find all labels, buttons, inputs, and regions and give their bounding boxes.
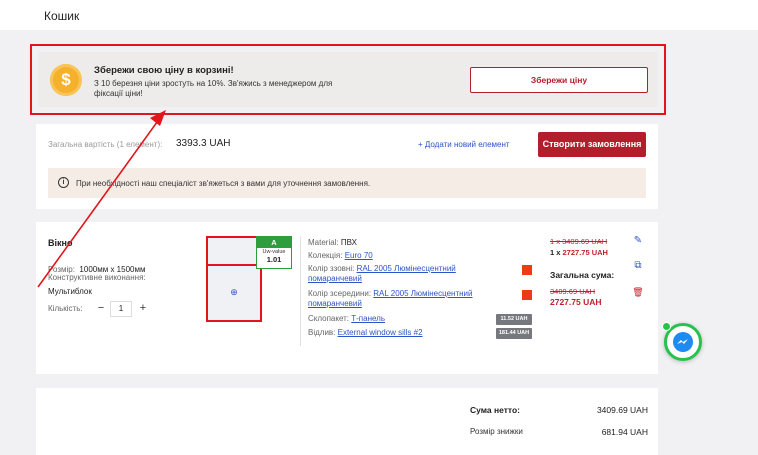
spec-color-outside-label: Колір ззовні:	[308, 264, 355, 273]
top-bar: Кошик	[0, 0, 758, 30]
spec-sill-link[interactable]: External window sills #2	[338, 328, 423, 337]
spec-color-inside: Колір зсередини: RAL 2005 Люмінесцентний…	[308, 289, 504, 309]
unit-qty: 1 x	[550, 248, 563, 257]
spec-collection: Колекція: Euro 70	[308, 251, 373, 261]
spec-sill-label: Відлив:	[308, 328, 336, 337]
add-new-item-link[interactable]: + Додати новий елемент	[418, 140, 510, 149]
unit-price-value: 2727.75 UAH	[562, 248, 608, 257]
order-summary: Загальна вартість (1 елемент): 3393.3 UA…	[36, 124, 658, 209]
messenger-icon	[673, 332, 693, 352]
online-status-dot	[662, 322, 671, 331]
coin-icon: $	[50, 64, 82, 96]
total-sum-label: Загальна сума:	[550, 270, 615, 280]
save-price-button[interactable]: Збережи ціну	[470, 67, 648, 93]
item-name: Вікно	[48, 238, 73, 248]
page-title: Кошик	[44, 9, 80, 23]
cart-item-card: Вікно Розмір: 1000мм x 1500мм Конструкти…	[36, 222, 658, 374]
spec-glass-link[interactable]: Т-панель	[351, 314, 385, 323]
window-preview[interactable]: ⊕	[206, 236, 262, 322]
qty-increase-button[interactable]: +	[136, 301, 150, 317]
spec-color-outside: Колір ззовні: RAL 2005 Люмінесцентний по…	[308, 264, 504, 284]
spec-material-value: ПВХ	[340, 238, 357, 247]
color-swatch-outside	[522, 265, 532, 275]
delete-icon[interactable]: 🗑	[632, 286, 644, 298]
info-text: При необхідності наш спеціаліст зв'яжеть…	[76, 179, 371, 188]
copy-icon[interactable]: ⧉	[632, 260, 644, 272]
old-total-price: 3409.69 UAH	[550, 287, 596, 296]
spec-color-inside-label: Колір зсередини:	[308, 289, 372, 298]
total-cost-label: Загальна вартість (1 елемент):	[48, 140, 163, 149]
spec-glass-label: Склопакет:	[308, 314, 350, 323]
spec-sill: Відлив: External window sills #2	[308, 328, 423, 338]
color-swatch-inside	[522, 290, 532, 300]
energy-class: A	[257, 237, 291, 248]
totals-panel: Сума нетто: 3409.69 UAH Розмір знижки 68…	[36, 388, 658, 455]
edit-icon[interactable]: ✎	[632, 235, 644, 247]
old-unit-price: 1 x 3409.69 UAH	[550, 237, 608, 246]
energy-value: 1.01	[266, 255, 282, 264]
item-construction-value: Мультиблок	[48, 287, 92, 296]
qty-input[interactable]: 1	[110, 301, 132, 317]
promo-banner: $ Збережи свою ціну в корзині! З 10 бере…	[30, 44, 666, 115]
discount-value: 681.94 UAH	[601, 427, 648, 437]
promo-banner-inner: $ Збережи свою ціну в корзині! З 10 бере…	[38, 52, 658, 107]
info-icon: i	[58, 177, 69, 188]
divider	[300, 236, 301, 346]
discount-label: Розмір знижки	[470, 427, 523, 436]
net-sum-label: Сума нетто:	[470, 405, 521, 415]
spec-collection-link[interactable]: Euro 70	[345, 251, 373, 260]
item-construction-label: Конструктивне виконання:	[48, 273, 146, 282]
energy-rating-badge: A Uw-value 1.01	[256, 236, 292, 269]
unit-price: 1 x 2727.75 UAH	[550, 248, 608, 257]
qty-decrease-button[interactable]: −	[94, 301, 108, 317]
quantity-stepper: − 1 +	[94, 301, 150, 317]
spec-glass: Склопакет: Т-панель	[308, 314, 385, 324]
total-price: 2727.75 UAH	[550, 297, 602, 307]
zoom-icon[interactable]: ⊕	[228, 286, 240, 298]
net-sum-value: 3409.69 UAH	[596, 405, 648, 415]
glass-price-badge: 11.52 UAH	[496, 314, 532, 325]
promo-text: З 10 березня ціни зростуть на 10%. Зв'яж…	[94, 79, 333, 98]
spec-material-label: Material:	[308, 238, 339, 247]
spec-material: Material: ПВХ	[308, 238, 357, 248]
promo-title: Збережи свою ціну в корзині!	[94, 65, 234, 76]
create-order-button[interactable]: Створити замовлення	[538, 132, 646, 157]
info-notice: i При необхідності наш спеціаліст зв'яже…	[48, 168, 646, 198]
total-cost-value: 3393.3 UAH	[176, 138, 231, 149]
item-qty-label: Кількість:	[48, 304, 83, 313]
spec-collection-label: Колекція:	[308, 251, 343, 260]
window-frame-divider	[208, 264, 260, 266]
sill-price-badge: 181.44 UAH	[496, 328, 532, 339]
